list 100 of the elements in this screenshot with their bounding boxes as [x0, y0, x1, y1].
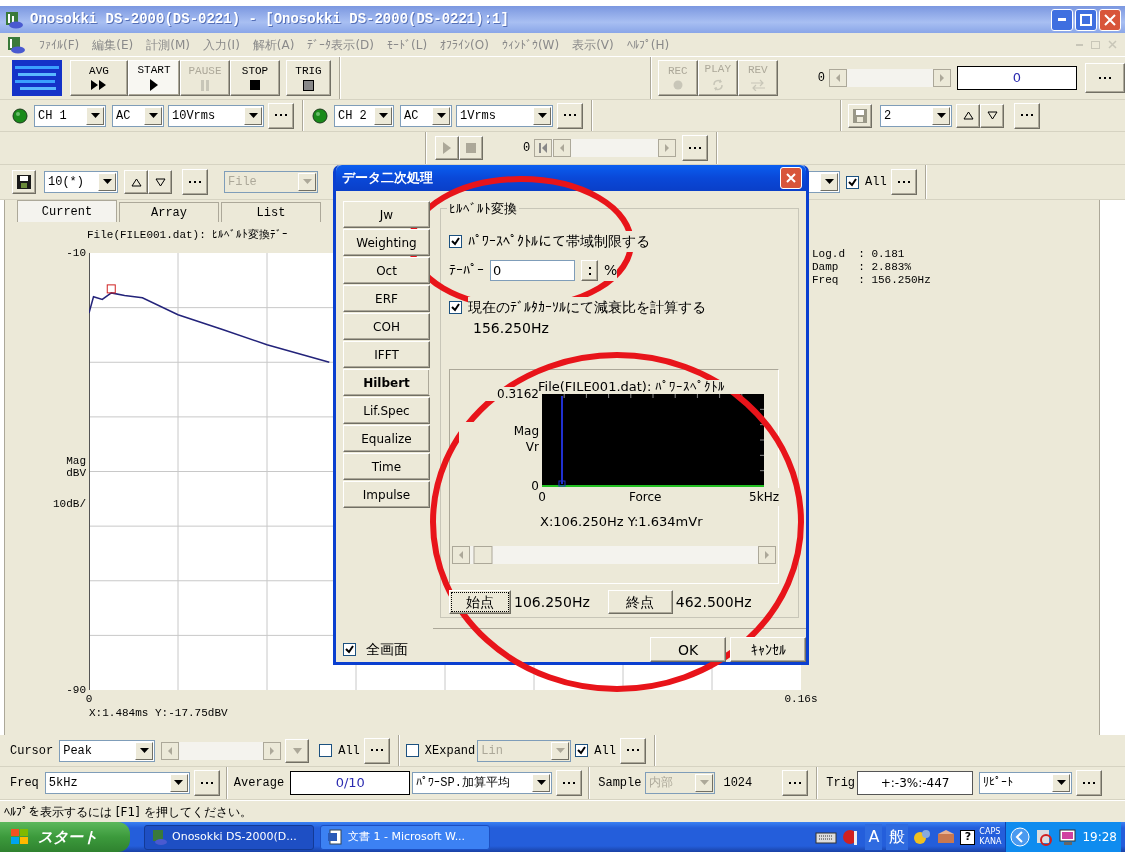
view-tab[interactable]: Current — [17, 200, 117, 222]
dropdown[interactable]: Peak — [59, 739, 156, 762]
method-button[interactable]: Impulse — [343, 481, 430, 508]
dropdown[interactable]: 5kHz — [44, 772, 190, 794]
method-button[interactable]: Time — [343, 453, 430, 480]
more-button[interactable] — [268, 102, 294, 129]
dialog-button[interactable]: OK — [650, 637, 726, 662]
more-button[interactable] — [1085, 63, 1125, 93]
dialog-button[interactable]: ｷｬﾝｾﾙ — [730, 637, 806, 662]
scrollbar[interactable] — [829, 69, 951, 87]
more-button[interactable] — [182, 169, 208, 195]
chevron-left-icon[interactable] — [1010, 827, 1031, 847]
dropdown[interactable]: 1Vrms — [456, 104, 553, 127]
dropdown[interactable]: CH 2 — [334, 104, 394, 127]
checkbox[interactable] — [343, 643, 356, 656]
down-button[interactable] — [148, 170, 172, 194]
taskbar-button[interactable]: 文書 1 - Microsoft W... — [320, 824, 490, 850]
dot-icon — [672, 80, 683, 90]
down-button[interactable] — [285, 738, 310, 763]
dropdown[interactable]: ﾘﾋﾟｰﾄ — [979, 772, 1073, 794]
dropdown[interactable]: ﾊﾟﾜｰSP.加算平均 — [412, 772, 553, 794]
more-button[interactable] — [557, 102, 583, 129]
up-button[interactable] — [956, 103, 980, 128]
more-button[interactable] — [682, 135, 709, 161]
caret-icon — [174, 780, 184, 786]
checkbox[interactable] — [405, 744, 419, 757]
dropdown[interactable]: AC — [400, 104, 452, 127]
method-button[interactable]: Weighting — [343, 229, 430, 256]
method-button[interactable]: Equalize — [343, 425, 430, 452]
more-button[interactable] — [1076, 770, 1103, 796]
checkbox[interactable] — [846, 175, 859, 189]
method-button[interactable]: IFFT — [343, 341, 430, 368]
checkbox-label[interactable]: 現在のﾃﾞﾙﾀｶｰｿﾙにて減衰比を計算する — [468, 297, 706, 318]
end-point-button[interactable]: 終点 — [607, 590, 673, 614]
method-button[interactable]: Hilbert — [343, 369, 430, 396]
more-button[interactable] — [193, 770, 220, 796]
method-button[interactable]: Oct — [343, 257, 430, 284]
value-field[interactable]: 0 — [957, 66, 1077, 90]
start-point-button[interactable]: 始点 — [449, 590, 511, 614]
taper-field[interactable]: 0 — [490, 260, 575, 281]
checkbox-label: All — [594, 742, 616, 760]
toolbar-button[interactable]: STOP — [230, 60, 280, 96]
checkbox[interactable] — [449, 235, 462, 248]
more-button[interactable] — [1014, 102, 1040, 129]
more-button[interactable] — [363, 737, 390, 764]
close-icon — [1104, 13, 1116, 26]
dropdown[interactable]: 10Vrms — [168, 104, 264, 127]
help-icon[interactable]: ? — [960, 829, 976, 845]
save-button[interactable] — [12, 170, 36, 194]
dropdown[interactable]: AC — [112, 104, 164, 127]
method-button[interactable]: Jw — [343, 201, 430, 228]
group-title: ﾋﾙﾍﾞﾙﾄ変換 — [447, 202, 519, 215]
minimize-button[interactable] — [1051, 8, 1073, 31]
close-button[interactable] — [780, 167, 802, 189]
caret-icon — [378, 112, 388, 119]
ime-indicator[interactable]: A — [865, 824, 883, 850]
field-label: Trig — [826, 775, 856, 792]
more-button[interactable] — [619, 737, 646, 764]
scrollbar[interactable] — [161, 741, 282, 760]
toolbar-button[interactable]: AVG — [70, 60, 128, 96]
taskbar-button[interactable]: Onosokki DS-2000(D... — [144, 824, 314, 850]
check-icon — [345, 645, 354, 654]
toolbar-button[interactable]: TRIG — [286, 60, 331, 96]
more-button[interactable] — [890, 169, 917, 195]
down-button[interactable] — [980, 103, 1004, 128]
scrollbar[interactable] — [452, 546, 776, 564]
dropdown[interactable]: 2 — [880, 104, 952, 127]
field-label: Sample — [598, 775, 642, 792]
up-button[interactable] — [124, 170, 148, 194]
ellipsis-icon — [189, 180, 201, 184]
clock: 19:28 — [1082, 829, 1117, 846]
method-button[interactable]: COH — [343, 313, 430, 340]
view-tab[interactable]: List — [221, 202, 321, 222]
dropdown[interactable]: CH 1 — [34, 104, 106, 127]
toolbar-button[interactable]: START — [128, 60, 180, 96]
logo-icon — [12, 60, 62, 96]
ime-indicator[interactable]: 般 — [886, 824, 909, 850]
caret-icon — [536, 780, 546, 786]
method-button[interactable]: Lif.Spec — [343, 397, 430, 424]
checkbox[interactable] — [575, 744, 589, 757]
checkbox[interactable] — [449, 301, 462, 314]
dropdown[interactable]: 10(*) — [44, 171, 118, 193]
checkbox-label[interactable]: ﾊﾟﾜｰｽﾍﾟｸﾄﾙにて帯域制限する — [468, 231, 650, 252]
checkbox[interactable] — [319, 744, 333, 757]
spin-button[interactable] — [581, 260, 598, 281]
caret-icon — [148, 112, 158, 119]
view-tab[interactable]: Array — [119, 202, 219, 222]
result-text: Log.d : 0.181 — [812, 248, 905, 260]
more-button[interactable] — [782, 770, 809, 796]
method-button[interactable]: ERF — [343, 285, 430, 312]
scrollbar[interactable] — [534, 139, 677, 157]
trigger-field: +:-3%:-447 — [857, 771, 974, 795]
stop-button[interactable] — [459, 136, 483, 160]
more-button[interactable] — [556, 770, 583, 796]
play-button[interactable] — [435, 136, 459, 160]
maximize-button[interactable] — [1075, 8, 1097, 31]
caret-icon — [699, 780, 709, 786]
start-button[interactable]: スタート — [0, 822, 130, 852]
close-button[interactable] — [1099, 8, 1121, 31]
cursor-readout: X:1.484ms Y:-17.75dBV — [89, 707, 228, 719]
